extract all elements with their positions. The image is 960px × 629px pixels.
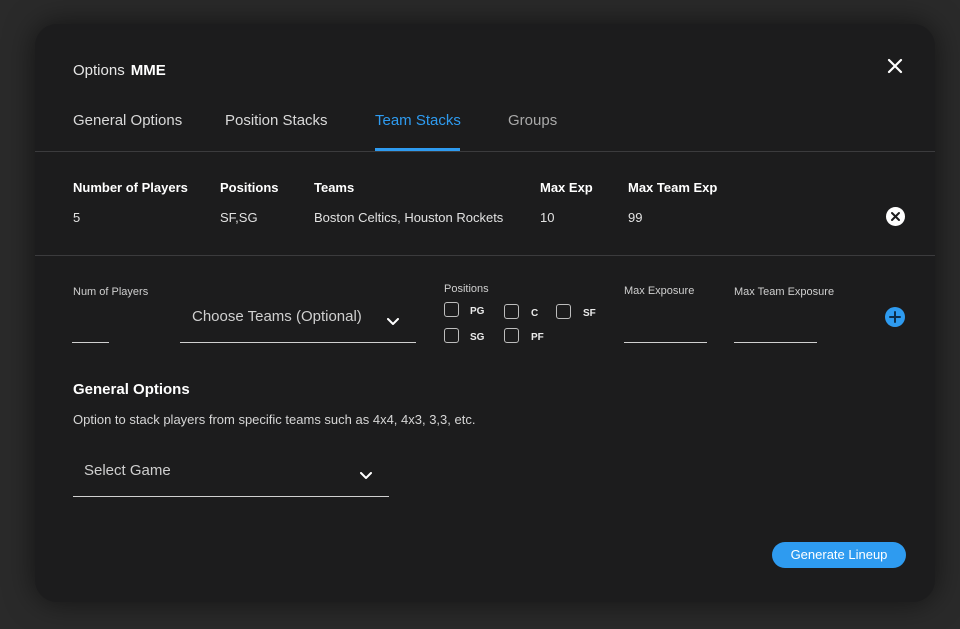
general-options-heading: General Options [73,381,190,398]
cell-teams: Boston Celtics, Houston Rockets [314,210,504,225]
max-exposure-underline [624,342,707,343]
chevron-down-icon [360,467,372,479]
table-divider [35,255,935,256]
header-positions: Positions [220,180,279,195]
plus-icon [889,311,901,323]
generate-lineup-button[interactable]: Generate Lineup [772,542,906,568]
checkbox-pg[interactable] [444,302,459,317]
dialog-title: Options MME [73,62,166,79]
max-team-exposure-label: Max Team Exposure [734,286,835,298]
table-row: 5 SF,SG Boston Celtics, Houston Rockets … [35,200,935,240]
header-number-of-players: Number of Players [73,180,188,195]
num-players-input[interactable] [72,320,109,342]
tab-groups[interactable]: Groups [508,112,557,129]
header-max-team-exp: Max Team Exp [628,180,718,195]
dialog-title-mode: MME [130,62,166,79]
tabs-divider [35,151,935,152]
chevron-down-icon [387,313,399,325]
remove-stack-icon[interactable] [886,207,905,226]
num-players-label: Num of Players [73,286,149,298]
checkbox-sf[interactable] [556,304,571,319]
checkbox-pg-label: PG [470,306,485,317]
max-exposure-label: Max Exposure [624,285,695,297]
general-options-description: Option to stack players from specific te… [73,412,476,427]
num-players-underline [72,342,109,343]
header-teams: Teams [314,180,355,195]
add-stack-button[interactable] [885,307,905,327]
close-icon[interactable] [884,55,906,77]
cell-number-of-players: 5 [73,210,81,225]
dialog-title-prefix: Options [73,62,125,79]
checkbox-pf[interactable] [504,328,519,343]
choose-teams-placeholder: Choose Teams (Optional) [192,308,362,325]
checkbox-c[interactable] [504,304,519,319]
checkbox-pf-label: PF [531,332,544,343]
positions-label: Positions [444,283,489,295]
max-exposure-input[interactable] [624,320,707,342]
max-team-exposure-input[interactable] [734,320,817,342]
choose-teams-select[interactable]: Choose Teams (Optional) [180,304,416,342]
tab-position-stacks[interactable]: Position Stacks [225,112,328,129]
select-game-placeholder: Select Game [84,462,171,479]
cell-max-team-exp: 99 [628,210,643,225]
cell-positions: SF,SG [220,210,258,225]
checkbox-sg-label: SG [470,332,485,343]
max-team-exposure-underline [734,342,817,343]
checkbox-sf-label: SF [583,308,596,319]
choose-teams-underline [180,342,416,343]
checkbox-sg[interactable] [444,328,459,343]
header-max-exp: Max Exp [540,180,593,195]
select-game-underline [73,496,389,497]
checkbox-c-label: C [531,308,539,319]
select-game-dropdown[interactable]: Select Game [73,458,389,496]
tab-team-stacks[interactable]: Team Stacks [375,112,461,129]
options-dialog: Options MME General Options Position Stac… [35,24,935,602]
tab-general-options[interactable]: General Options [73,112,182,129]
cell-max-exp: 10 [540,210,555,225]
